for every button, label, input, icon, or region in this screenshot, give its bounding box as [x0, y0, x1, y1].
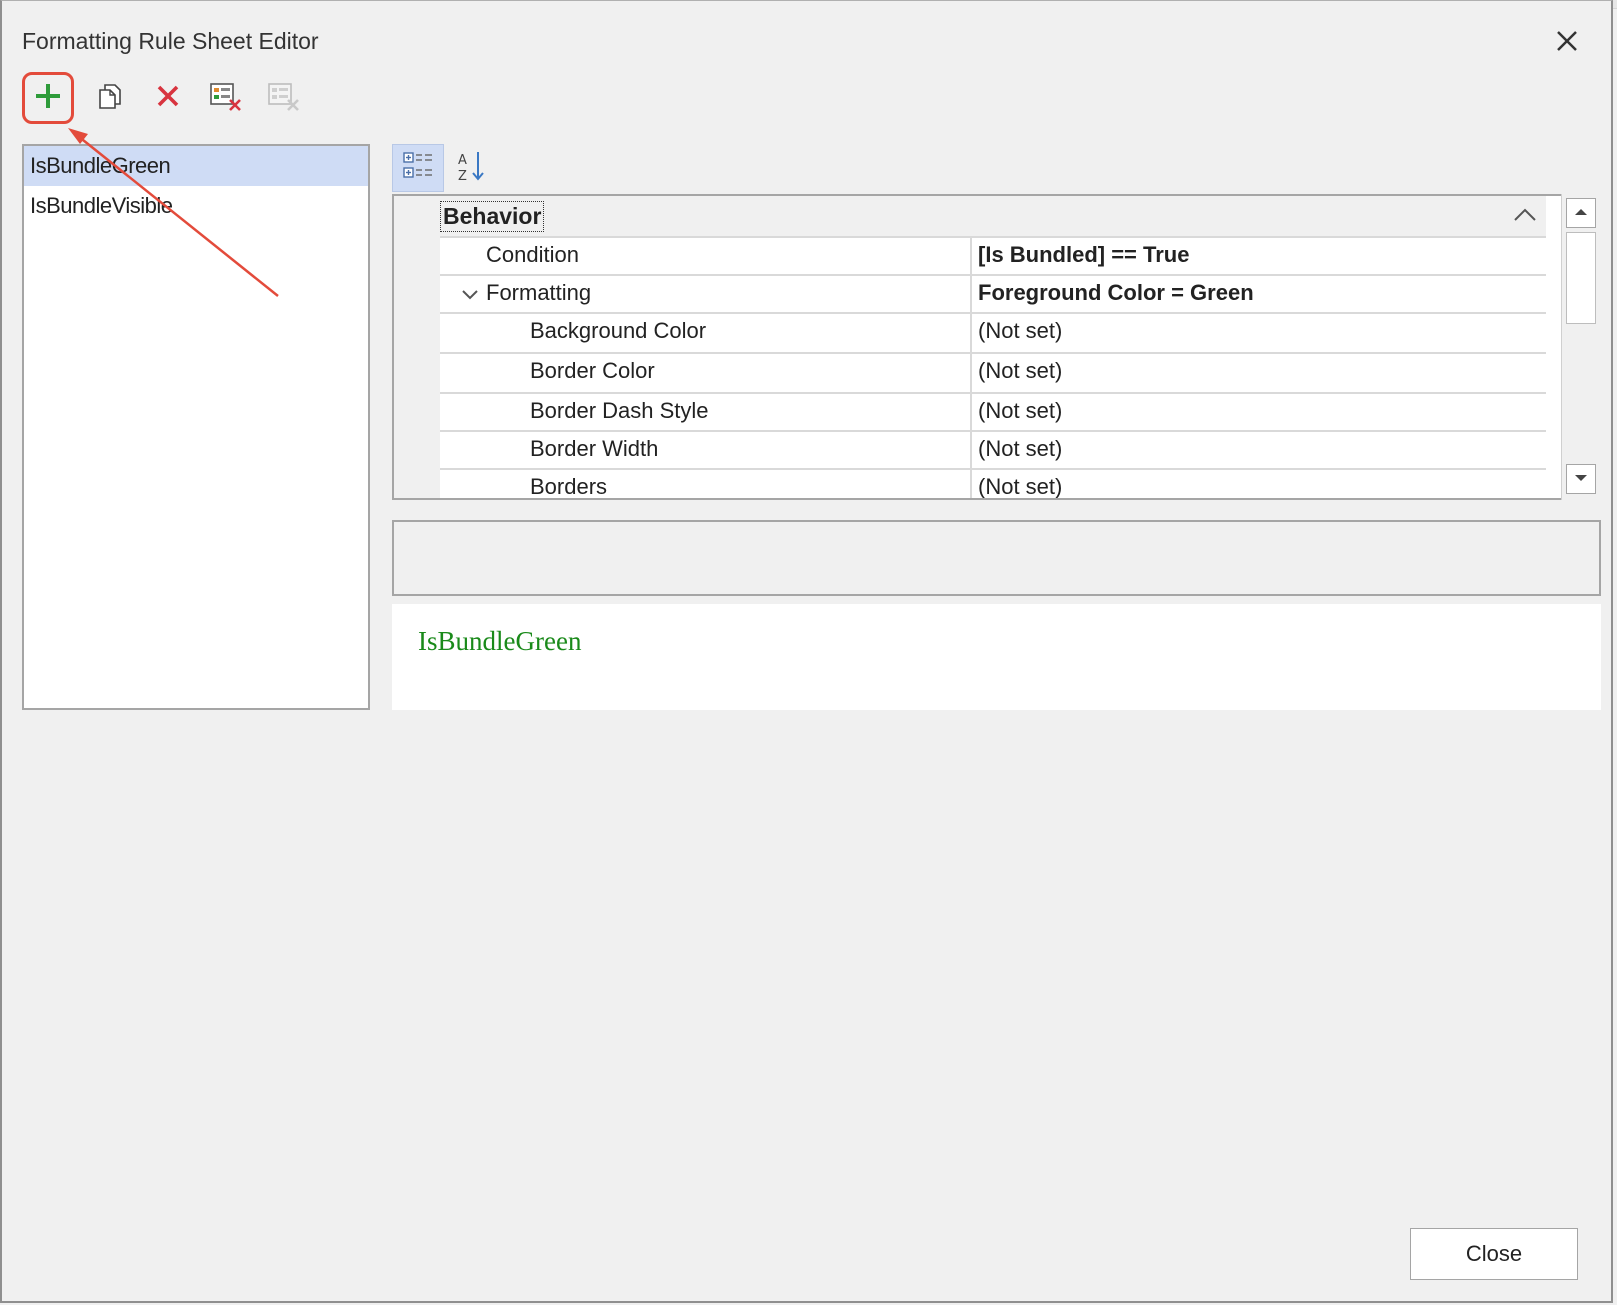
property-value[interactable]: (Not set): [978, 398, 1062, 424]
purge-rules-icon: [208, 80, 244, 117]
alphabetical-view-button[interactable]: A Z: [446, 144, 498, 192]
property-row[interactable]: Background Color (Not set): [440, 312, 1546, 352]
property-value[interactable]: (Not set): [978, 318, 1062, 344]
column-divider: [970, 238, 972, 274]
scroll-thumb[interactable]: [1566, 232, 1596, 324]
category-row-behavior[interactable]: Behavior: [440, 196, 1546, 236]
copy-icon: [95, 81, 125, 116]
purge-all-button[interactable]: [258, 72, 310, 124]
preview-text: IsBundleGreen: [418, 626, 582, 656]
property-name: Formatting: [486, 280, 592, 305]
column-divider: [970, 432, 972, 468]
column-divider: [970, 314, 972, 352]
expand-chevron-icon[interactable]: [460, 286, 480, 309]
dialog-title: Formatting Rule Sheet Editor: [22, 28, 319, 54]
property-name: Border Color: [530, 358, 655, 383]
property-value[interactable]: (Not set): [978, 358, 1062, 384]
copy-rule-button[interactable]: [84, 72, 136, 124]
property-name: Border Width: [530, 436, 659, 461]
property-name: Condition: [486, 242, 579, 267]
property-description-panel: [392, 520, 1601, 596]
arrow-down-icon: [1574, 470, 1588, 488]
property-row[interactable]: Border Width (Not set): [440, 430, 1546, 468]
property-name: Background Color: [530, 318, 707, 343]
column-divider: [970, 354, 972, 392]
property-row[interactable]: Border Color (Not set): [440, 352, 1546, 392]
scroll-up-button[interactable]: [1566, 198, 1596, 228]
svg-text:A: A: [458, 153, 467, 168]
column-divider: [970, 276, 972, 312]
sort-az-icon: A Z: [455, 149, 489, 188]
property-value[interactable]: [Is Bundled] == True: [978, 242, 1189, 268]
property-row[interactable]: Formatting Foreground Color = Green: [440, 274, 1546, 312]
grid-gutter: [394, 196, 440, 498]
close-icon[interactable]: [1550, 24, 1584, 58]
property-value[interactable]: (Not set): [978, 436, 1062, 462]
property-grid[interactable]: Behavior Condition [Is Bundled] == True …: [392, 194, 1601, 500]
delete-rule-button[interactable]: [142, 72, 194, 124]
property-row[interactable]: Border Dash Style (Not set): [440, 392, 1546, 430]
list-item[interactable]: IsBundleVisible: [24, 186, 368, 226]
close-button[interactable]: Close: [1410, 1228, 1578, 1280]
column-divider: [970, 470, 972, 498]
property-name: Borders: [530, 474, 608, 499]
property-value[interactable]: Foreground Color = Green: [978, 280, 1254, 306]
property-row[interactable]: Borders (Not set): [440, 468, 1546, 499]
category-label: Behavior: [440, 201, 545, 232]
purge-rules-button[interactable]: [200, 72, 252, 124]
column-divider: [970, 394, 972, 430]
scroll-down-button[interactable]: [1566, 464, 1596, 494]
purge-all-icon: [266, 80, 302, 117]
preview-panel: IsBundleGreen: [392, 604, 1601, 710]
arrow-up-icon: [1574, 204, 1588, 222]
collapse-chevron-icon[interactable]: [1512, 204, 1538, 231]
categorized-view-button[interactable]: [392, 144, 444, 192]
vertical-scrollbar[interactable]: [1561, 194, 1601, 500]
property-name: Border Dash Style: [530, 398, 709, 423]
property-value[interactable]: (Not set): [978, 474, 1062, 498]
svg-text:Z: Z: [458, 169, 467, 183]
delete-icon: [153, 81, 183, 116]
property-row[interactable]: Condition [Is Bundled] == True: [440, 236, 1546, 274]
list-item[interactable]: IsBundleGreen: [24, 146, 368, 186]
categorized-icon: [401, 149, 435, 188]
rules-list[interactable]: IsBundleGreen IsBundleVisible: [22, 144, 370, 710]
add-button-highlight: [22, 72, 74, 124]
